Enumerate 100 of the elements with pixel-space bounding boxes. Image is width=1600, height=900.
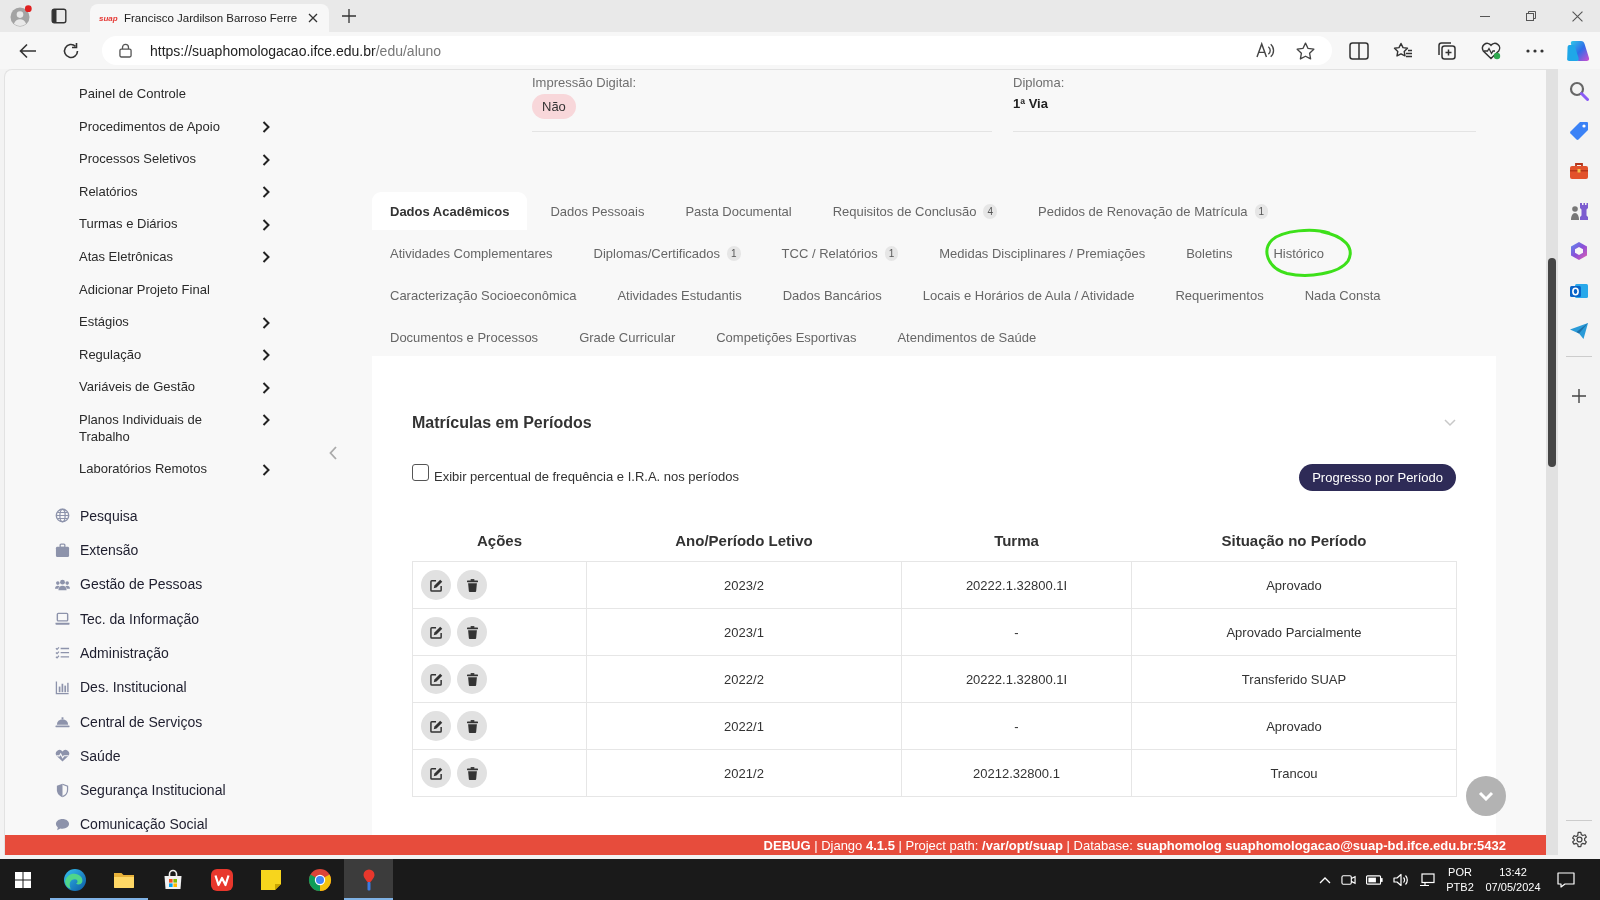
delete-button[interactable] (457, 570, 487, 600)
tab[interactable]: Requisitos de Conclusão 4 (814, 192, 1015, 230)
split-screen-icon[interactable] (1349, 41, 1369, 60)
profile-avatar-icon[interactable] (10, 5, 32, 27)
tab[interactable]: Caracterização Socioeconômica (372, 276, 595, 314)
more-options-icon[interactable] (1525, 48, 1545, 53)
edit-button[interactable] (421, 711, 451, 741)
sidebar-menu-item[interactable]: Laboratórios Remotos (79, 453, 272, 486)
delete-button[interactable] (457, 664, 487, 694)
read-aloud-icon[interactable] (1256, 42, 1275, 59)
close-icon[interactable] (308, 13, 318, 23)
sidebar-menu-item[interactable]: Relatórios (79, 175, 272, 209)
sidebar-menu-item[interactable]: Variáveis de Gestão (79, 371, 272, 404)
sidebar-menu-item[interactable]: Atas Eletrônicas (79, 240, 272, 274)
delete-button[interactable] (457, 617, 487, 647)
copilot-icon[interactable] (1566, 38, 1590, 63)
mail-app-icon[interactable] (1569, 281, 1589, 301)
chevron-up-icon[interactable] (1319, 875, 1331, 884)
tab[interactable]: Requerimentos (1157, 276, 1282, 314)
column-header: Ações (412, 520, 587, 562)
tab[interactable]: Atividades Complementares (372, 234, 571, 272)
favicon-text: suap (99, 13, 116, 23)
sidebar-menu-item[interactable]: Adicionar Projeto Final (79, 273, 272, 307)
sidebar-module-link[interactable]: Segurança Institucional (55, 779, 226, 802)
tab[interactable]: Dados Acadêmicos (372, 192, 528, 230)
scrollbar-thumb[interactable] (1548, 258, 1556, 467)
tab[interactable]: Diplomas/Certificados 1 (575, 234, 759, 272)
tab[interactable]: Locais e Horários de Aula / Atividade (904, 276, 1153, 314)
notifications-icon[interactable] (1557, 871, 1575, 888)
toolbox-icon[interactable] (1569, 161, 1589, 181)
battery-icon[interactable] (1366, 874, 1383, 885)
sidebar-menu-item[interactable]: Planos Individuais de Trabalho (79, 403, 272, 454)
sidebar-menu-item[interactable]: Regulação (79, 338, 272, 372)
tab[interactable]: TCC / Relatórios 1 (763, 234, 917, 272)
collections-icon[interactable] (1437, 40, 1457, 61)
progress-button[interactable]: Progresso por Período (1299, 464, 1456, 491)
sidebar-menu-item[interactable]: Estágios (79, 306, 272, 339)
star-icon[interactable] (1296, 41, 1315, 60)
sidebar-menu-item[interactable]: Processos Seletivos (79, 143, 272, 176)
search-icon[interactable] (1569, 81, 1589, 101)
tab[interactable]: Nada Consta (1286, 276, 1399, 314)
sidebar-menu-item[interactable]: Turmas e Diários (79, 208, 272, 241)
new-tab-icon[interactable] (342, 9, 356, 23)
sidebar-module-link[interactable]: Saúde (55, 744, 121, 767)
table-cell: - (901, 608, 1132, 656)
tag-icon[interactable] (1569, 121, 1589, 141)
count-badge: 1 (884, 245, 899, 261)
tab[interactable]: Dados Pessoais (532, 192, 663, 230)
tab[interactable]: Boletins (1168, 234, 1251, 272)
checkbox[interactable] (412, 464, 429, 481)
paper-plane-icon[interactable] (1569, 321, 1589, 341)
tab[interactable]: Histórico (1255, 234, 1342, 272)
speaker-icon[interactable] (1393, 872, 1409, 887)
back-arrow-icon[interactable] (19, 42, 37, 59)
edit-button[interactable] (421, 664, 451, 694)
table-cell: 2022/1 (586, 702, 902, 750)
sidebar-module-link[interactable]: Pesquisa (55, 504, 138, 527)
tab[interactable]: Atividades Estudantis (599, 276, 760, 314)
heart-pulse-icon[interactable] (1481, 41, 1501, 60)
checkbox-label[interactable]: Exibir percentual de frequência e I.R.A. nos períodos (434, 469, 739, 484)
add-icon[interactable] (1572, 389, 1586, 403)
sidebar-module-link[interactable]: Gestão de Pessoas (55, 573, 203, 596)
edit-button[interactable] (421, 617, 451, 647)
browser-tab[interactable]: suap Francisco Jardilson Barroso Ferre (90, 4, 329, 32)
camera-icon[interactable] (1341, 872, 1356, 887)
sidebar-module-link[interactable]: Des. Institucional (55, 676, 187, 699)
sidebar-module-link[interactable]: Administração (55, 641, 169, 664)
tab[interactable]: Competições Esportivas (698, 318, 875, 356)
refresh-icon[interactable] (62, 41, 80, 60)
sidebar-module-link[interactable]: Tec. da Informação (55, 607, 200, 630)
language-indicator[interactable]: POR PTB2 (1445, 864, 1475, 895)
settings-icon[interactable] (1569, 830, 1589, 849)
chess-pieces-icon[interactable] (1569, 201, 1589, 221)
tab[interactable]: Dados Bancários (764, 276, 900, 314)
sidebar-menu-item[interactable]: Painel de Controle (79, 78, 272, 111)
trash-icon (466, 766, 478, 780)
lock-icon[interactable] (119, 43, 132, 58)
edit-button[interactable] (421, 758, 451, 788)
sidebar-module-link[interactable]: Comunicação Social (55, 813, 208, 836)
briefcase-icon (55, 542, 70, 558)
tab[interactable]: Pasta Documental (667, 192, 810, 230)
tab[interactable]: Atendimentos de Saúde (879, 318, 1055, 356)
heart-pulse-icon (55, 748, 70, 764)
favorites-icon[interactable] (1393, 41, 1413, 60)
address-bar[interactable]: https://suaphomologacao.ifce.edu.br/edu/aluno (102, 36, 1332, 65)
clock[interactable]: 13:42 07/05/2024 (1481, 864, 1545, 895)
hexagon-app-icon[interactable] (1569, 241, 1589, 261)
tab[interactable]: Medidas Disciplinares / Premiações (921, 234, 1164, 272)
minimize-icon (1480, 15, 1490, 17)
edit-button[interactable] (421, 570, 451, 600)
network-icon[interactable] (1419, 872, 1435, 887)
delete-button[interactable] (457, 711, 487, 741)
delete-button[interactable] (457, 758, 487, 788)
sidebar-module-link[interactable]: Central de Serviços (55, 710, 203, 733)
sidebar-module-link[interactable]: Extensão (55, 539, 139, 561)
sidebar-menu-item[interactable]: Procedimentos de Apoio (79, 110, 272, 144)
tab[interactable]: Documentos e Processos (372, 318, 557, 356)
tab-actions-icon[interactable] (51, 8, 67, 24)
tab[interactable]: Grade Curricular (561, 318, 694, 356)
tab[interactable]: Pedidos de Renovação de Matrícula 1 (1020, 192, 1287, 230)
